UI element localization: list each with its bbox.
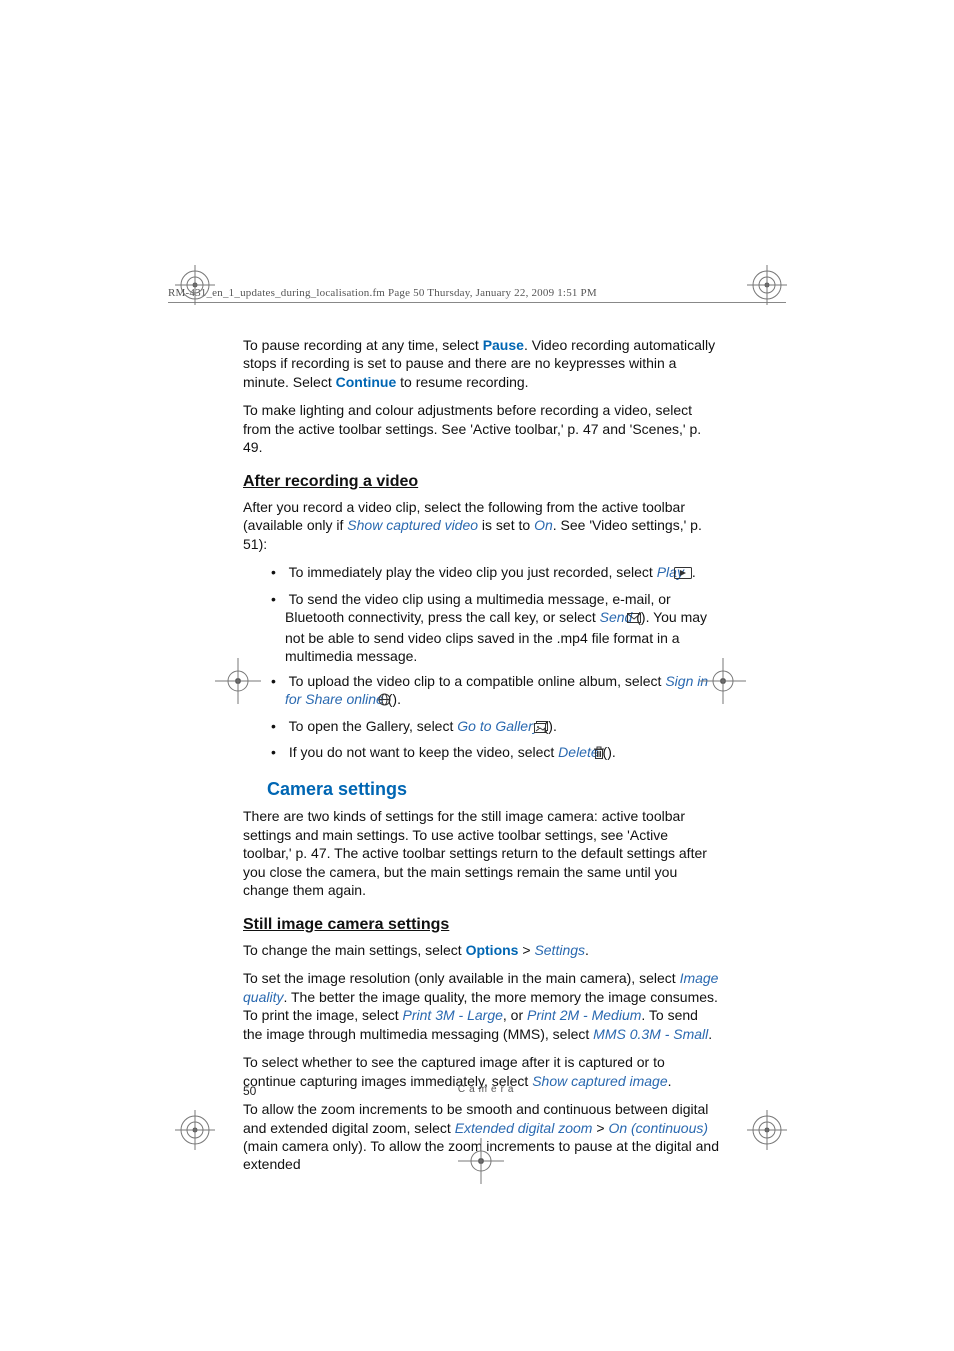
registration-mark-icon	[747, 265, 787, 305]
registration-mark-icon	[175, 265, 215, 305]
para-pause: To pause recording at any time, select P…	[243, 336, 719, 391]
para-lighting: To make lighting and colour adjustments …	[243, 401, 719, 456]
registration-mark-icon	[175, 1110, 215, 1150]
option-go-to-gallery: Go to Gallery	[457, 718, 539, 734]
crosshair-icon	[700, 658, 746, 704]
text: To pause recording at any time, select	[243, 337, 483, 353]
text: >	[592, 1120, 608, 1136]
option-options: Options	[466, 942, 519, 958]
text: to resume recording.	[396, 374, 528, 390]
footer-title: Camera	[243, 1084, 719, 1095]
text: To set the image resolution (only availa…	[243, 970, 680, 986]
option-on: On	[534, 517, 553, 533]
para-image-resolution: To set the image resolution (only availa…	[243, 969, 719, 1043]
heading-still-image: Still image camera settings	[243, 914, 719, 935]
text: If you do not want to keep the video, se…	[289, 744, 558, 760]
list-item: If you do not want to keep the video, se…	[257, 743, 719, 763]
text: To change the main settings, select	[243, 942, 466, 958]
option-settings: Settings	[534, 942, 585, 958]
doc-header-line: RM-431_en_1_updates_during_localisation.…	[168, 287, 786, 299]
option-extended-digital-zoom: Extended digital zoom	[455, 1120, 593, 1136]
crosshair-icon	[458, 1138, 504, 1184]
para-change-main: To change the main settings, select Opti…	[243, 941, 719, 959]
option-show-captured-video: Show captured video	[347, 517, 478, 533]
registration-mark-icon	[747, 1110, 787, 1150]
option-pause: Pause	[483, 337, 524, 353]
heading-camera-settings: Camera settings	[267, 778, 719, 802]
list-item: To upload the video clip to a compatible…	[257, 672, 719, 711]
list-item: To send the video clip using a multimedi…	[257, 590, 719, 666]
list-item: To open the Gallery, select Go to Galler…	[257, 717, 719, 737]
page-content: To pause recording at any time, select P…	[243, 336, 719, 1184]
text: To upload the video clip to a compatible…	[289, 673, 666, 689]
heading-after-recording: After recording a video	[243, 471, 719, 492]
text: is set to	[478, 517, 534, 533]
after-recording-list: To immediately play the video clip you j…	[243, 563, 719, 763]
option-on-continuous: On (continuous)	[608, 1120, 708, 1136]
header-rule	[168, 302, 786, 303]
para-after: After you record a video clip, select th…	[243, 498, 719, 553]
option-print-2m: Print 2M - Medium	[527, 1007, 641, 1023]
text: .	[585, 942, 589, 958]
text: , or	[503, 1007, 527, 1023]
option-continue: Continue	[336, 374, 397, 390]
list-item: To immediately play the video clip you j…	[257, 563, 719, 583]
option-print-3m: Print 3M - Large	[403, 1007, 503, 1023]
page-footer: 50 Camera	[243, 1084, 719, 1098]
text: ).	[607, 744, 616, 760]
text: To open the Gallery, select	[289, 718, 458, 734]
text: To immediately play the video clip you j…	[289, 564, 657, 580]
option-mms-small: MMS 0.3M - Small	[593, 1026, 708, 1042]
text: .	[708, 1026, 712, 1042]
text: .	[692, 564, 696, 580]
text: ).	[392, 691, 401, 707]
page-number: 50	[243, 1084, 256, 1098]
text: >	[518, 942, 534, 958]
para-two-kinds: There are two kinds of settings for the …	[243, 807, 719, 899]
crosshair-icon	[215, 658, 261, 704]
text: ).	[548, 718, 557, 734]
